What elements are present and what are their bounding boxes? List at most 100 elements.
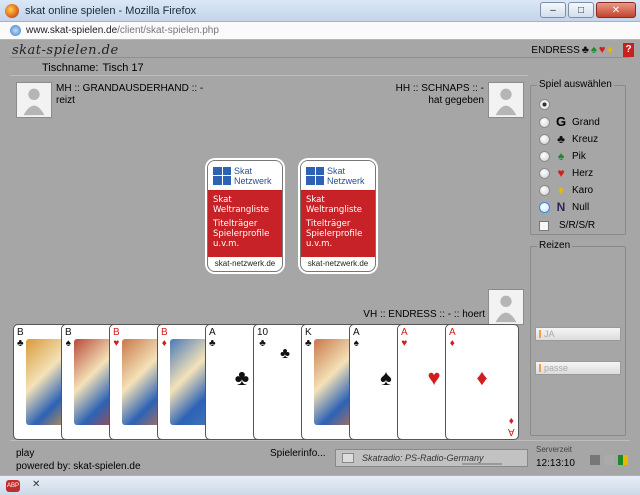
close-button[interactable]: ✕ xyxy=(596,2,636,18)
my-player-info: VH :: ENDRESS :: - :: hoert xyxy=(363,309,485,320)
null-icon: N xyxy=(556,200,566,214)
heart-icon: ♥ xyxy=(557,166,565,180)
powered-by: powered by: skat-spielen.de xyxy=(16,461,141,472)
game-option-herz[interactable]: ♥ Herz xyxy=(539,167,593,179)
promo-footer: skat-netzwerk.de xyxy=(214,259,276,268)
game-option-null[interactable]: N Null xyxy=(539,201,589,213)
volume-slider[interactable] xyxy=(462,463,502,465)
radio-icon[interactable] xyxy=(539,184,550,196)
adblock-icon[interactable]: ABP xyxy=(6,480,20,492)
promo-line-1: Skat xyxy=(213,195,232,205)
avatar-my-player xyxy=(488,289,524,325)
pass-button[interactable]: passe xyxy=(535,361,621,375)
player-info-link[interactable]: Spielerinfo... xyxy=(270,448,326,459)
card-index: B ♣ xyxy=(17,327,24,349)
bidding-legend: Reizen xyxy=(537,240,573,251)
url-domain: www.skat-spielen.de xyxy=(26,25,118,36)
window-titlebar: skat online spielen - Mozilla Firefox – … xyxy=(0,0,640,22)
srsr-label: S/R/S/R xyxy=(559,220,596,231)
promo-line-3: Titelträger xyxy=(306,219,351,229)
skat-app: skat-spielen.de ENDRESS ♣ ♠ ♥ ♦ ? Tischn… xyxy=(0,40,640,475)
card-index-bottom: A ♦ xyxy=(508,415,515,437)
card-rank: K xyxy=(305,327,312,338)
card-rank: B xyxy=(65,327,72,338)
club-icon: ♣ xyxy=(581,43,589,56)
card-index: B ♠ xyxy=(65,327,72,349)
promo-brand-2: Netzwerk xyxy=(327,175,365,186)
radio-icon[interactable] xyxy=(539,201,550,213)
card-suit: ♦ xyxy=(449,338,455,349)
radio-selected-icon[interactable] xyxy=(539,99,550,110)
browser-statusbar: ABP ✕ xyxy=(0,475,640,495)
close-icon[interactable]: ✕ xyxy=(32,479,40,490)
help-button[interactable]: ? xyxy=(623,43,634,57)
club-icon: ♣ xyxy=(557,132,565,146)
game-option-grand[interactable]: G Grand xyxy=(539,114,600,129)
promo-brand-1: Skat xyxy=(327,165,346,176)
skat-card-back-2: Skat Netzwerk Skat Weltrangliste Titelträg… xyxy=(300,160,376,272)
bid-yes-button[interactable]: JA xyxy=(535,327,621,341)
bidding-panel: Reizen JA passe xyxy=(530,240,626,436)
divider xyxy=(10,57,630,58)
spade-icon: ♠ xyxy=(557,149,565,163)
promo-line-5: u.v.m. xyxy=(306,239,333,249)
player-right-info: HH :: SCHNAPS :: - hat gegeben xyxy=(390,83,484,107)
skat-card-back-1: Skat Netzwerk Skat Weltrangliste Titelträg… xyxy=(207,160,283,272)
speaker-icon[interactable] xyxy=(590,455,600,465)
radio-play-icon[interactable] xyxy=(342,453,354,463)
card-center-suit: ♦ xyxy=(476,365,488,390)
bottom-bar: play powered by: skat-spielen.de Spieler… xyxy=(10,440,630,475)
grand-icon: G xyxy=(555,114,567,129)
card-suit: ♥ xyxy=(401,338,408,349)
app-logo: skat-spielen.de xyxy=(12,43,119,58)
diamond-icon: ♦ xyxy=(607,43,613,56)
minimize-button[interactable]: – xyxy=(540,2,566,18)
radio-icon[interactable] xyxy=(539,133,550,145)
card-index: A ♦ xyxy=(449,327,456,349)
game-option-karo[interactable]: ♦ Karo xyxy=(539,184,593,196)
heart-icon: ♥ xyxy=(598,43,606,56)
server-time-label: Serverzeit xyxy=(536,445,573,454)
srsr-option[interactable]: S/R/S/R xyxy=(539,220,595,231)
avatar-right-player xyxy=(488,82,524,118)
card-rank: 10 xyxy=(257,327,269,338)
table-name: Tischname: Tisch 17 xyxy=(38,62,144,74)
card-rank: A xyxy=(508,426,515,437)
promo-line-2: Weltrangliste xyxy=(306,205,363,215)
globe-icon xyxy=(10,25,21,36)
game-option-kreuz[interactable]: ♣ Kreuz xyxy=(539,133,598,145)
spade-icon: ♠ xyxy=(591,43,597,56)
promo-line-3: Titelträger xyxy=(213,219,258,229)
avatar-left-player xyxy=(16,82,52,118)
url-text[interactable]: www.skat-spielen.de/client/skat-spielen.… xyxy=(26,25,219,36)
card-rank: A xyxy=(353,327,360,338)
card-rank: A xyxy=(401,327,408,338)
game-option-none[interactable] xyxy=(539,99,550,110)
promo-brand-2: Netzwerk xyxy=(234,175,272,186)
promo-footer: skat-netzwerk.de xyxy=(307,259,369,268)
hand-card[interactable]: A ♦ ♦ A ♦ xyxy=(445,324,519,440)
game-option-grand-label: Grand xyxy=(572,116,600,128)
diamond-icon: ♦ xyxy=(557,183,565,197)
player-left-info: MH :: GRANDAUSDERHAND :: - reizt xyxy=(56,83,203,107)
card-suit: ♣ xyxy=(17,338,24,349)
radio-icon[interactable] xyxy=(539,150,550,162)
game-option-pik[interactable]: ♠ Pik xyxy=(539,150,586,162)
radio-icon[interactable] xyxy=(539,167,550,179)
firefox-icon xyxy=(5,3,19,18)
skat-netzwerk-logo-icon xyxy=(213,166,231,185)
srsr-checkbox[interactable] xyxy=(539,220,549,231)
card-suit: ♣ xyxy=(209,338,216,349)
skat-netzwerk-logo-icon xyxy=(306,166,324,185)
promo-line-1: Skat xyxy=(306,195,325,205)
card-index: A ♥ xyxy=(401,327,408,349)
table-name-label: Tischname: xyxy=(42,62,99,74)
window-icon[interactable] xyxy=(604,455,614,465)
radio-icon[interactable] xyxy=(539,116,550,128)
game-option-null-label: Null xyxy=(572,201,590,213)
maximize-button[interactable]: □ xyxy=(568,2,594,18)
promo-line-5: u.v.m. xyxy=(213,239,240,249)
address-bar[interactable]: www.skat-spielen.de/client/skat-spielen.… xyxy=(0,22,640,40)
promo-line-4: Spielerprofile xyxy=(306,229,363,239)
player-right-name: HH :: SCHNAPS :: - xyxy=(395,83,484,94)
